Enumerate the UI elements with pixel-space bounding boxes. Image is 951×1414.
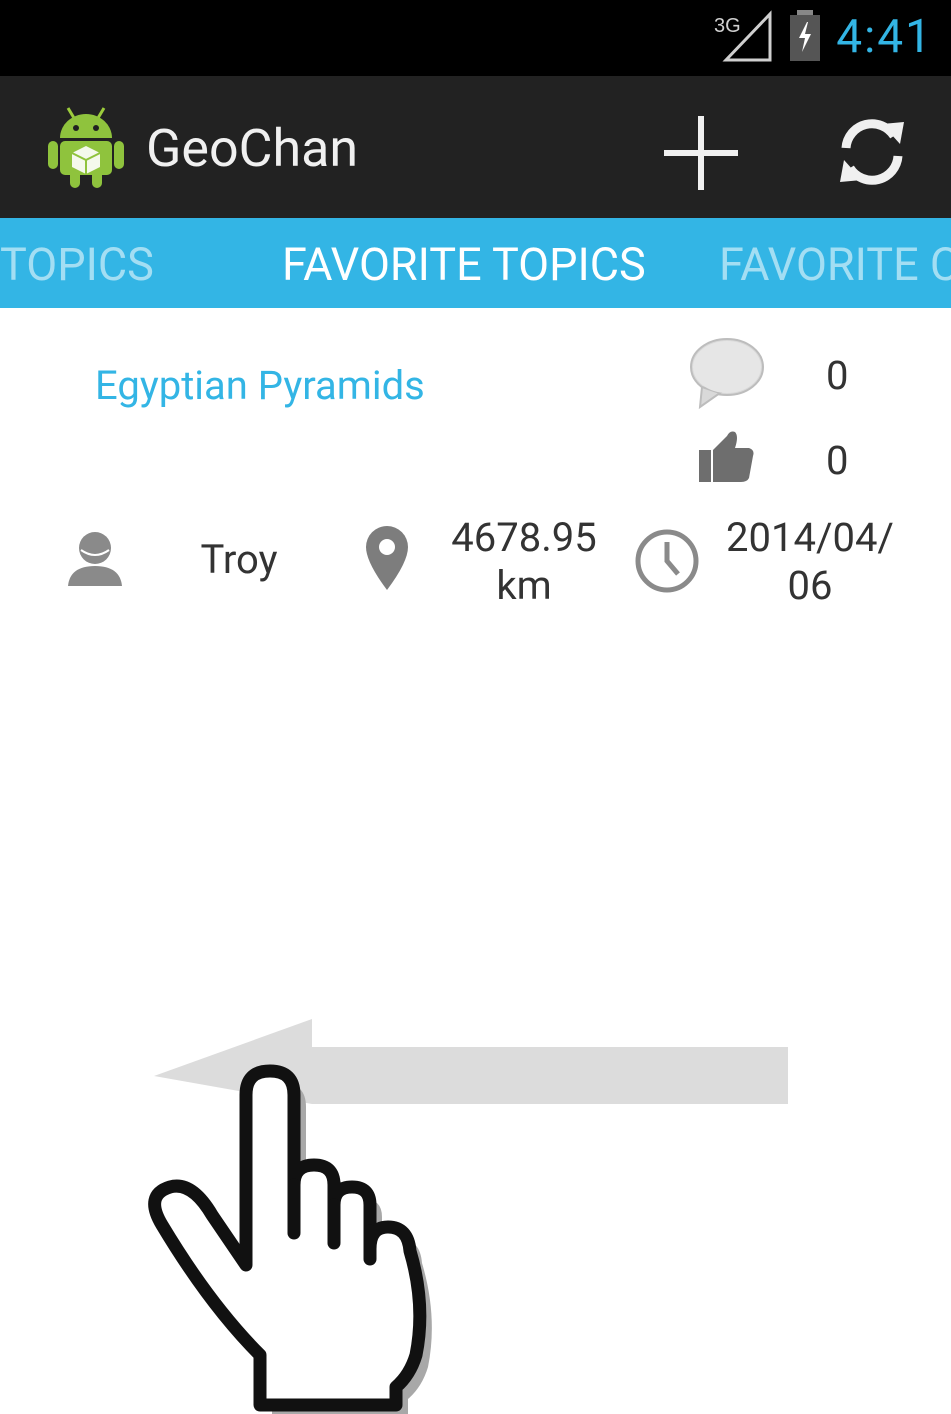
status-time: 4:41	[836, 10, 933, 64]
battery-charging-icon	[790, 10, 820, 61]
network-signal-icon: 3G	[714, 10, 772, 62]
action-bar: GeoChan	[0, 76, 951, 218]
author-name: Troy	[200, 536, 278, 583]
status-bar: 3G 4:41	[0, 0, 951, 76]
comment-bubble-icon	[690, 338, 764, 410]
hand-pointer-icon	[148, 1064, 432, 1414]
refresh-icon[interactable]	[830, 110, 914, 194]
post-date: 2014/04/ 06	[716, 514, 904, 610]
add-icon[interactable]	[660, 112, 742, 194]
post-date-line1: 2014/04/	[726, 514, 894, 561]
user-avatar-icon	[68, 532, 122, 586]
tab-favorite-topics[interactable]: FAVORITE TOPICS	[282, 238, 646, 291]
location-pin-icon	[366, 526, 408, 590]
tab-favorite-comments[interactable]: FAVORITE C	[719, 238, 951, 291]
comment-count: 0	[826, 352, 849, 399]
post-date-line2: 06	[787, 562, 833, 609]
thumbs-up-icon	[699, 431, 754, 482]
tab-topics[interactable]: TOPICS	[0, 238, 154, 291]
tab-strip: TOPICS FAVORITE TOPICS FAVORITE C	[0, 218, 951, 308]
distance-value: 4678.95	[451, 514, 597, 561]
topic-title[interactable]: Egyptian Pyramids	[95, 362, 425, 409]
distance: 4678.95 km	[436, 514, 612, 610]
like-count: 0	[826, 437, 849, 484]
app-title: GeoChan	[146, 118, 359, 179]
distance-unit: km	[496, 562, 552, 609]
svg-text:3G: 3G	[714, 15, 741, 37]
clock-icon	[635, 529, 699, 593]
android-logo-icon	[48, 107, 124, 188]
